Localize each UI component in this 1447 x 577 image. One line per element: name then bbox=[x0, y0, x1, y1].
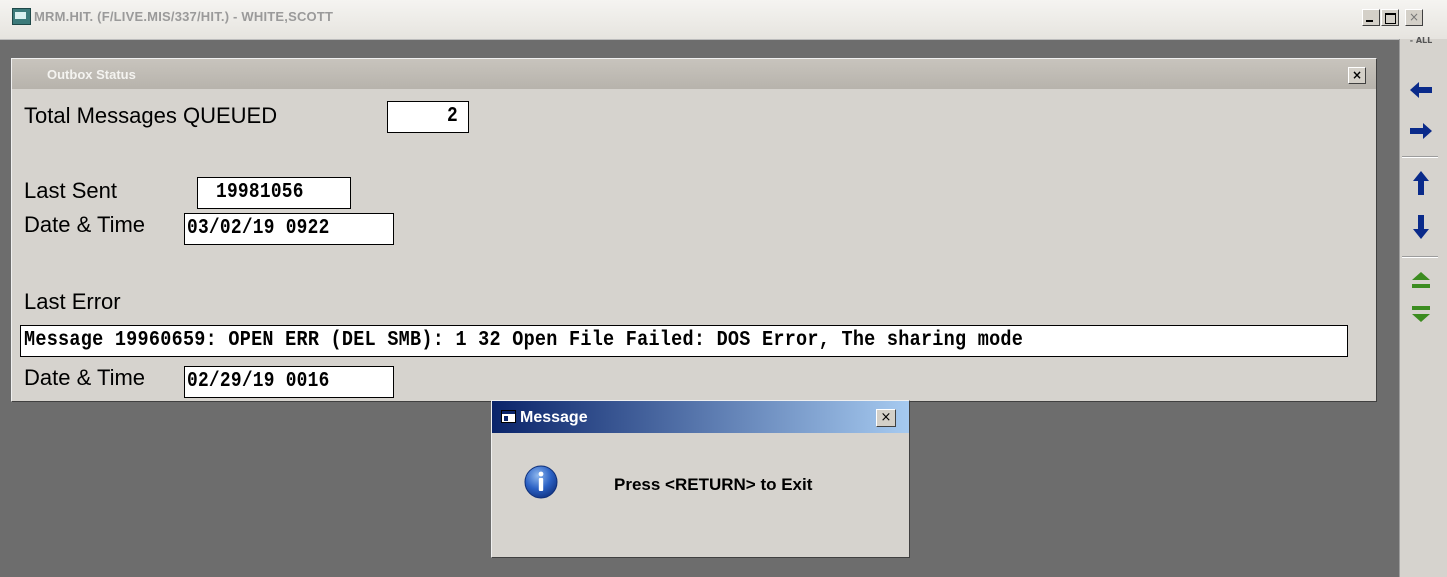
window-icon bbox=[501, 410, 516, 423]
message-dialog-title: Message bbox=[520, 409, 588, 426]
arrow-right-icon[interactable] bbox=[1404, 116, 1438, 146]
last-error-label: Last Error bbox=[24, 289, 121, 314]
last-sent-label: Last Sent bbox=[24, 178, 117, 203]
window-close-button[interactable]: × bbox=[1405, 9, 1423, 26]
total-queued-label: Total Messages QUEUED bbox=[24, 103, 278, 128]
last-error-field: Message 19960659: OPEN ERR (DEL SMB): 1 … bbox=[20, 325, 1348, 357]
total-queued-field: 2 bbox=[387, 101, 469, 133]
message-dialog: Message × Press <RETURN> to Exit bbox=[491, 400, 910, 558]
outbox-status-titlebar[interactable]: Outbox Status × bbox=[12, 59, 1376, 89]
error-datetime-field: 02/29/19 0016 bbox=[184, 366, 394, 398]
arrow-left-icon[interactable] bbox=[1404, 75, 1438, 105]
page-up-icon[interactable] bbox=[1404, 268, 1438, 298]
app-icon bbox=[12, 8, 31, 25]
outbox-status-title: Outbox Status bbox=[47, 67, 136, 82]
window-titlebar[interactable]: MRM.HIT. (F/LIVE.MIS/337/HIT.) - WHITE,S… bbox=[0, 0, 1447, 40]
maximize-button[interactable] bbox=[1381, 9, 1399, 26]
toolbar-divider bbox=[1402, 256, 1438, 258]
message-close-button[interactable]: × bbox=[876, 409, 896, 427]
info-icon bbox=[524, 465, 558, 499]
error-datetime-label: Date & Time bbox=[24, 365, 146, 390]
arrow-down-icon[interactable] bbox=[1404, 212, 1438, 242]
sent-datetime-field: 03/02/19 0922 bbox=[184, 213, 394, 245]
window-title: MRM.HIT. (F/LIVE.MIS/337/HIT.) - WHITE,S… bbox=[34, 9, 334, 24]
toolbar-divider bbox=[1402, 156, 1438, 158]
arrow-up-icon[interactable] bbox=[1404, 168, 1438, 198]
app-window: MRM.HIT. (F/LIVE.MIS/337/HIT.) - WHITE,S… bbox=[0, 0, 1447, 577]
outbox-close-button[interactable]: × bbox=[1348, 67, 1366, 84]
sent-datetime-label: Date & Time bbox=[24, 212, 146, 237]
all-label[interactable]: - ALL bbox=[1402, 36, 1440, 45]
message-dialog-titlebar[interactable]: Message × bbox=[492, 401, 909, 433]
last-sent-field: 19981056 bbox=[197, 177, 351, 209]
minimize-button[interactable] bbox=[1362, 9, 1380, 26]
message-text: Press <RETURN> to Exit bbox=[614, 475, 813, 494]
outbox-status-window: Outbox Status × Total Messages QUEUED 2 … bbox=[11, 58, 1377, 402]
page-down-icon[interactable] bbox=[1404, 300, 1438, 330]
